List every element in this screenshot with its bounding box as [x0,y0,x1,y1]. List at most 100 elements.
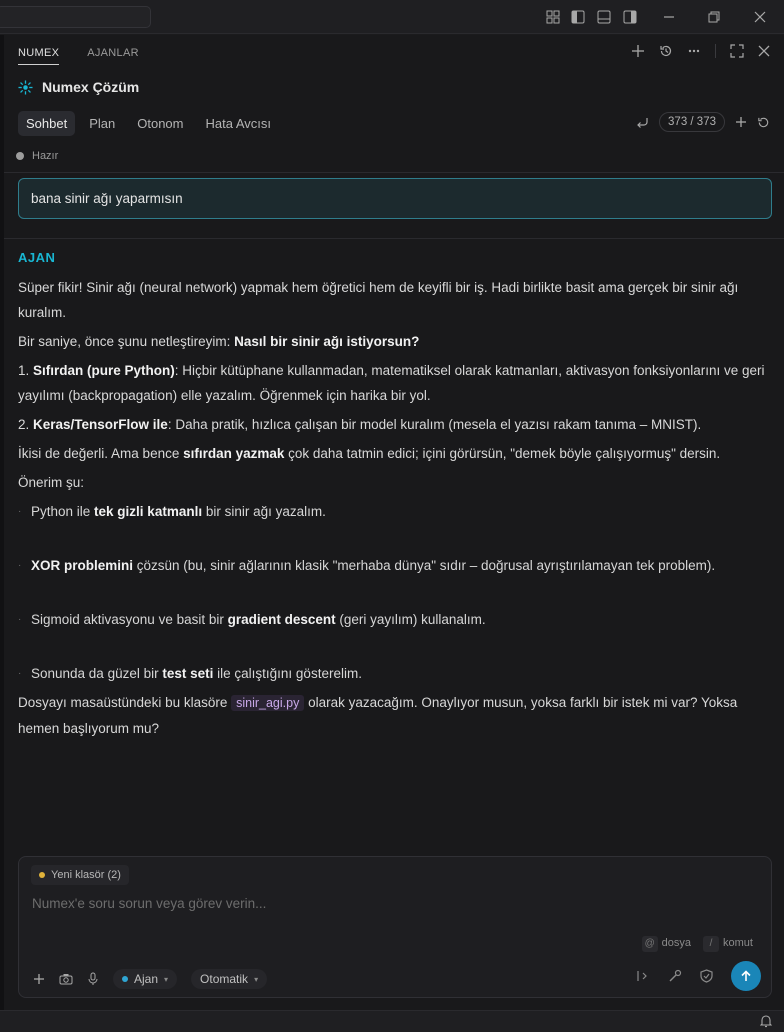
more-options-icon[interactable] [687,44,701,58]
app-title: Numex Çözüm [42,79,140,95]
agent-paragraph: Dosyayı masaüstündeki bu klasöre sinir_a… [18,690,770,741]
minimize-icon[interactable] [661,9,677,25]
model-mode-label: Otomatik [200,972,249,986]
agent-paragraph: Bir saniye, önce şunu netleştireyim: Nas… [18,329,770,354]
bullet-icon: · [18,560,22,571]
agent-text: Dosyayı masaüstündeki bu klasöre [18,695,232,710]
list-item: · Sigmoid aktivasyonu ve basit bir gradie… [18,607,770,632]
status-dot-icon [16,152,24,160]
new-chat-icon[interactable] [631,44,645,58]
agent-text: Önerim şu: [18,475,85,490]
sparkle-logo-icon [18,79,33,95]
panel-bottom-icon[interactable] [596,9,612,25]
agent-mode-label: Ajan [134,972,159,986]
composer-actions [636,961,761,991]
list-text: ile çalıştığını gösterelim. [213,666,362,681]
agent-bold-text: sıfırdan yazmak [183,446,285,461]
message-composer[interactable]: Yeni klasör (2) Numex'e soru sorun veya … [18,856,772,998]
bullet-icon: · [18,614,22,625]
mode-tab-sohbet[interactable]: Sohbet [18,111,76,136]
mode-actions: 373 / 373 [635,112,770,132]
divider [4,172,784,173]
composer-input[interactable]: Numex'e soru sorun veya görev verin... [32,896,266,911]
option-title: Keras/TensorFlow ile [33,417,168,432]
code-bracket-icon[interactable] [636,970,650,982]
option-number: 1. [18,363,34,378]
agent-text: Bir saniye, önce şunu netleştireyim: [18,334,235,349]
mode-tabs: Sohbet Plan Otonom Hata Avcısı [18,111,279,136]
send-button[interactable] [731,961,761,991]
folder-dot-icon [39,872,45,878]
hint-file: @ dosya [641,936,692,952]
chevron-down-icon: ▾ [164,974,169,984]
mode-tab-otonom[interactable]: Otonom [129,111,191,136]
chevron-down-icon: ▾ [254,974,259,984]
sidebar-left-icon[interactable] [570,9,586,25]
user-message-text: bana sinir ağı yaparmısın [31,191,183,206]
command-center-search[interactable] [0,6,151,28]
option-number: 2. [18,417,34,432]
list-item: · Sonunda da güzel bir test seti ile çalı… [18,661,770,686]
history-icon[interactable] [659,44,673,58]
camera-icon[interactable] [59,973,73,985]
tab-numex[interactable]: NUMEX [18,45,60,65]
agent-label: AJAN [18,250,56,265]
divider [4,238,784,239]
panel-header-actions [631,44,770,58]
composer-hints: @ dosya / komut [641,936,753,952]
list-text: Sigmoid aktivasyonu ve basit bir [31,612,228,627]
header-separator [715,44,716,58]
option-1: 1. Sıfırdan (pure Python): Hiçbir kütüph… [18,358,770,408]
agent-text: Süper fikir! Sinir ağı (neural network) … [18,280,739,320]
hint-command: / komut [703,936,753,952]
agent-paragraph: Süper fikir! Sinir ağı (neural network) … [18,275,770,325]
context-folder-chip[interactable]: Yeni klasör (2) [31,865,129,885]
status-bar [0,1010,784,1032]
at-key-icon: @ [641,936,658,952]
reset-icon[interactable] [757,116,770,129]
notification-bell-icon[interactable] [760,1014,772,1028]
agent-text: çok daha tatmin edici; içini görürsün, "… [284,446,721,461]
close-panel-icon[interactable] [758,45,770,57]
agent-paragraph: İkisi de değerli. Ama bence sıfırdan yaz… [18,441,770,466]
tools-icon[interactable] [668,969,682,983]
list-bold-text: tek gizli katmanlı [94,504,203,519]
message-counter: 373 / 373 [659,112,725,132]
app-header: Numex Çözüm [18,79,139,95]
restore-icon[interactable] [706,9,722,25]
panel-tabs: NUMEX AJANLAR [18,45,139,65]
option-2: 2. Keras/TensorFlow ile: Daha pratik, hı… [18,412,770,437]
bullet-icon: · [18,668,22,679]
agent-paragraph: Önerim şu: [18,470,770,495]
title-bar [0,0,784,34]
undo-arrow-icon[interactable] [635,115,649,129]
attach-plus-icon[interactable] [33,973,45,985]
activity-edge [0,35,4,1010]
mode-tab-plan[interactable]: Plan [81,111,123,136]
model-mode-dropdown[interactable]: Otomatik ▾ [191,969,268,989]
agent-mode-dropdown[interactable]: Ajan ▾ [113,969,178,989]
option-title: Sıfırdan (pure Python) [33,363,175,378]
shield-icon[interactable] [700,969,713,983]
layout-icon[interactable] [545,9,561,25]
agent-text: İkisi de değerli. Ama bence [18,446,184,461]
composer-tools: Ajan ▾ Otomatik ▾ [33,969,268,989]
maximize-icon[interactable] [730,44,744,58]
sidebar-right-icon[interactable] [622,9,638,25]
hint-command-label: komut [723,937,753,949]
status-text: Hazır [32,150,59,162]
microphone-icon[interactable] [87,972,99,986]
mode-dot-icon [122,976,128,982]
bullet-icon: · [18,506,22,517]
hint-file-label: dosya [661,937,692,949]
tab-ajanlar[interactable]: AJANLAR [87,45,139,65]
list-item: · Python ile tek gizli katmanlı bir sinir… [18,499,770,524]
add-icon[interactable] [735,116,747,128]
list-bold-text: XOR problemini [31,558,134,573]
mode-tab-hata-avcisi[interactable]: Hata Avcısı [197,111,279,136]
list-text: bir sinir ağı yazalım. [202,504,326,519]
close-icon[interactable] [752,9,768,25]
list-bold-text: gradient descent [227,612,336,627]
list-text: Sonunda da güzel bir [31,666,163,681]
user-message: bana sinir ağı yaparmısın [18,178,772,219]
